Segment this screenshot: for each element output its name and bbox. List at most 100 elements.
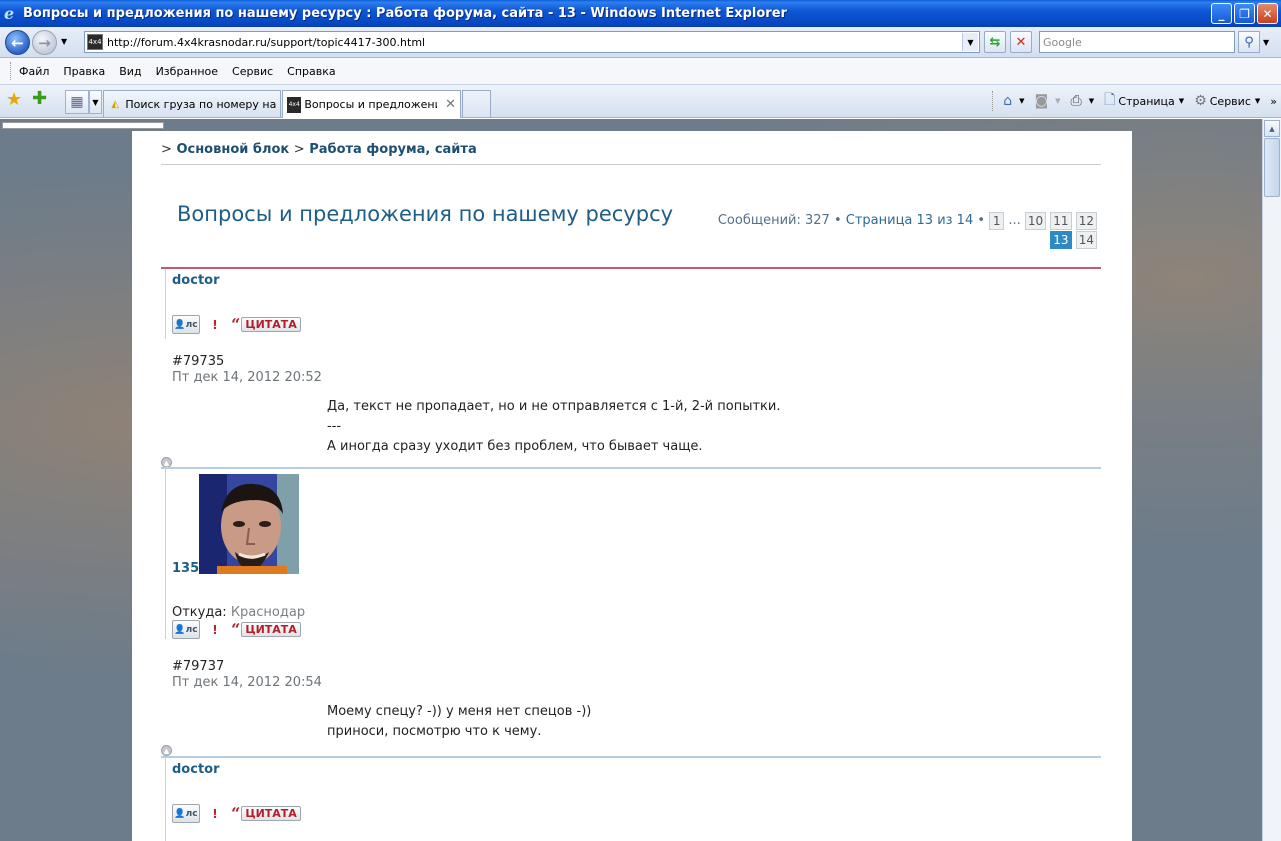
history-dropdown-icon[interactable]: ▼: [61, 37, 67, 46]
address-url[interactable]: http://forum.4x4krasnodar.ru/support/top…: [107, 36, 425, 49]
quote-button[interactable]: “ЦИТАТА: [231, 804, 301, 823]
post-author-block: 135: [161, 474, 301, 576]
search-options-dropdown-icon[interactable]: ▼: [1263, 38, 1269, 47]
printer-icon: ⎙: [1070, 93, 1082, 109]
search-input[interactable]: Google: [1039, 31, 1235, 53]
forum-page: > Основной блок > Работа форума, сайта В…: [132, 131, 1132, 841]
page-link-10[interactable]: 10: [1024, 211, 1047, 230]
print-button[interactable]: ⎙ ▼: [1071, 93, 1095, 109]
menu-view[interactable]: Вид: [119, 65, 141, 78]
post-author[interactable]: doctor: [172, 273, 220, 288]
pagination-bullet: •: [833, 213, 842, 228]
menu-edit[interactable]: Правка: [63, 65, 105, 78]
gear-icon: ⚙: [1194, 93, 1207, 109]
menu-file[interactable]: Файл: [19, 65, 49, 78]
menu-help[interactable]: Справка: [287, 65, 335, 78]
avatar: [199, 474, 299, 574]
pm-button[interactable]: 👤 лс: [172, 804, 200, 823]
report-button[interactable]: !: [206, 315, 224, 334]
page-link-11[interactable]: 11: [1050, 211, 1072, 230]
quote-mark-icon: “: [231, 314, 241, 334]
rss-icon: ◙: [1034, 93, 1049, 109]
warning-icon: !: [212, 806, 218, 821]
command-grip: [992, 91, 995, 111]
forward-button[interactable]: →: [32, 30, 57, 55]
avatar-image: [199, 474, 299, 574]
page-link-12[interactable]: 12: [1075, 211, 1097, 230]
report-button[interactable]: !: [206, 804, 224, 823]
favorites-star-icon[interactable]: ★: [6, 91, 22, 109]
post-date: Пт дек 14, 2012 20:54: [172, 675, 322, 690]
pagination-row-2: 13 14: [697, 230, 1097, 249]
scroll-up-button[interactable]: ▲: [1264, 120, 1280, 137]
address-dropdown-icon[interactable]: ▼: [962, 33, 978, 51]
home-icon: ⌂: [1003, 93, 1013, 109]
close-tab-icon[interactable]: ✕: [445, 97, 456, 112]
post-body: Да, текст не пропадает, но и не отправля…: [327, 399, 781, 454]
toolbar-overflow-chevron[interactable]: »: [1270, 95, 1277, 108]
back-button[interactable]: ←: [5, 30, 30, 55]
window-titlebar[interactable]: e Вопросы и предложения по нашему ресурс…: [0, 0, 1281, 27]
location-value: Краснодар: [230, 605, 306, 620]
tab-label: Поиск груза по номеру нак...: [125, 97, 276, 111]
vertical-scrollbar[interactable]: ▲: [1262, 119, 1281, 841]
warning-icon: !: [212, 317, 218, 332]
user-icon: 👤: [174, 808, 186, 819]
quote-mark-icon: “: [231, 803, 241, 823]
topic-title[interactable]: Вопросы и предложения по нашему ресурсу: [177, 202, 673, 226]
tab-favicon-icon: ◭: [111, 98, 120, 110]
page-current-13: 13: [1050, 230, 1072, 249]
quote-button[interactable]: “ЦИТАТА: [231, 315, 301, 334]
post-id[interactable]: #79735: [172, 354, 224, 369]
tab-forum-topic[interactable]: 4x4 Вопросы и предложени... ✕: [282, 90, 461, 118]
author-location: Откуда: Краснодар: [172, 605, 305, 620]
post-author[interactable]: 135: [172, 561, 199, 576]
breadcrumb-main-block[interactable]: Основной блок: [176, 142, 289, 157]
post-id[interactable]: #79737: [172, 659, 224, 674]
post-left-border: [165, 758, 166, 841]
topic-header-rule: [161, 267, 1101, 269]
tools-menu-button[interactable]: ⚙ Сервис ▼: [1194, 93, 1260, 109]
window-title: Вопросы и предложения по нашему ресурсу …: [23, 6, 787, 21]
user-icon: 👤: [174, 319, 186, 330]
new-tab-button[interactable]: [462, 90, 491, 117]
menu-tools[interactable]: Сервис: [232, 65, 273, 78]
pagination-ellipsis: ...: [1008, 213, 1021, 228]
feeds-button[interactable]: ◙ ▼: [1035, 93, 1061, 109]
pm-button[interactable]: 👤 лс: [172, 315, 200, 334]
address-field[interactable]: 4x4 http://forum.4x4krasnodar.ru/support…: [84, 31, 980, 53]
page-link-14[interactable]: 14: [1075, 230, 1097, 249]
window-controls: _ ❐ ✕: [1211, 3, 1278, 24]
search-button[interactable]: ⚲: [1238, 31, 1260, 53]
pm-button[interactable]: 👤 лс: [172, 620, 200, 639]
add-favorite-icon[interactable]: ✚: [32, 90, 47, 108]
pagination: Сообщений: 327 • Страница 13 из 14 • 1 .…: [697, 211, 1097, 249]
restore-button[interactable]: ❐: [1234, 3, 1255, 24]
page-link-1[interactable]: 1: [989, 211, 1005, 230]
quote-button[interactable]: “ЦИТАТА: [231, 620, 301, 639]
breadcrumb-forum-work[interactable]: Работа форума, сайта: [309, 142, 477, 157]
tab-cargo-search[interactable]: ◭ Поиск груза по номеру нак...: [103, 90, 281, 117]
tab-favicon-icon: 4x4: [287, 96, 302, 113]
page-indicator[interactable]: Страница 13 из 14: [846, 213, 973, 228]
page-viewport: > Основной блок > Работа форума, сайта В…: [0, 119, 1262, 841]
post-divider: [161, 467, 1101, 469]
post-author[interactable]: doctor: [172, 762, 220, 777]
back-to-top-icon[interactable]: ▲: [161, 745, 172, 756]
tab-list-dropdown[interactable]: ▼: [89, 90, 102, 114]
scroll-thumb[interactable]: [1264, 138, 1280, 197]
report-button[interactable]: !: [206, 620, 224, 639]
internet-explorer-icon: e: [4, 3, 15, 23]
post-body: Моему спецу? -)) у меня нет спецов -)) п…: [327, 704, 592, 739]
command-bar: ⌂ ▼ ◙ ▼ ⎙ ▼ 🗋 Страница ▼ ⚙ Сервис ▼ »: [992, 90, 1281, 112]
close-window-button[interactable]: ✕: [1257, 3, 1278, 24]
page-menu-button[interactable]: 🗋 Страница ▼: [1104, 89, 1184, 113]
quick-tabs-button[interactable]: ▦: [65, 90, 89, 114]
user-icon: 👤: [174, 624, 186, 635]
home-button[interactable]: ⌂ ▼: [1003, 93, 1024, 109]
menu-favorites[interactable]: Избранное: [156, 65, 218, 78]
stop-button[interactable]: ✕: [1010, 31, 1032, 53]
minimize-button[interactable]: _: [1211, 3, 1232, 24]
refresh-button[interactable]: ⇆: [984, 31, 1006, 53]
quote-mark-icon: “: [231, 619, 241, 639]
